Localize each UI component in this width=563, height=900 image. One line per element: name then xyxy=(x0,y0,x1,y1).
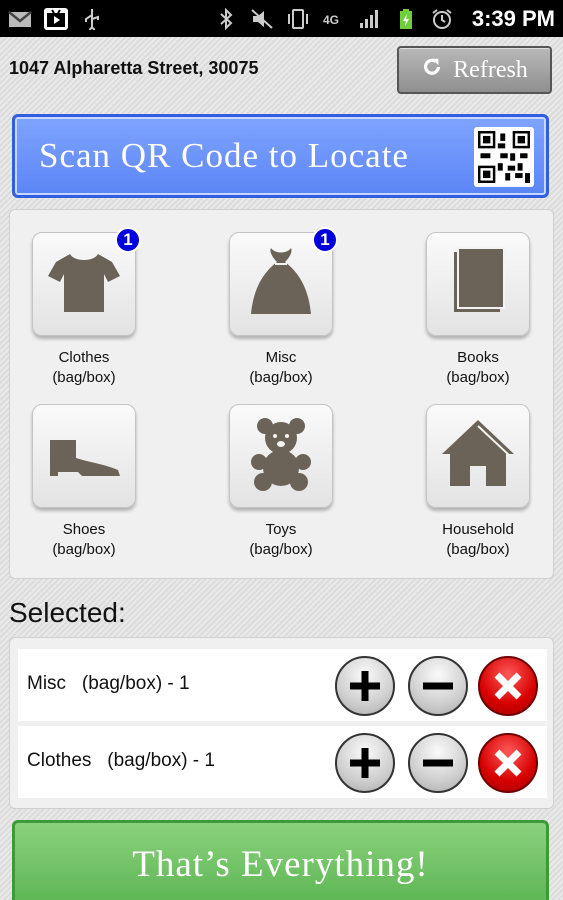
gmail-icon xyxy=(8,8,32,30)
minus-icon xyxy=(423,682,453,690)
count-badge: 1 xyxy=(115,227,141,253)
plus-icon xyxy=(350,748,380,778)
plus-icon xyxy=(350,671,380,701)
decrement-button[interactable] xyxy=(408,656,468,716)
list-item: Clothes (bag/box) - 1 xyxy=(18,726,547,798)
teddy-bear-icon xyxy=(241,414,321,499)
category-household[interactable]: Household (bag/box) xyxy=(408,404,548,560)
refresh-icon xyxy=(421,56,443,85)
category-name: Clothes xyxy=(58,349,110,366)
thats-everything-button[interactable]: That’s Everything! xyxy=(12,820,549,900)
increment-button[interactable] xyxy=(335,656,395,716)
vibrate-icon xyxy=(286,8,310,30)
book-icon xyxy=(438,242,518,327)
category-unit: (bag/box) xyxy=(52,369,116,386)
category-unit: (bag/box) xyxy=(249,369,313,386)
category-unit: (bag/box) xyxy=(249,541,313,558)
category-tile[interactable] xyxy=(32,404,136,508)
battery-charging-icon xyxy=(394,8,418,30)
category-books[interactable]: Books (bag/box) xyxy=(408,232,548,388)
scan-qr-button[interactable]: Scan QR Code to Locate xyxy=(12,114,549,198)
category-name: Toys xyxy=(265,521,297,538)
selected-item-label: Misc (bag/box) - 1 xyxy=(27,673,190,694)
category-name: Household xyxy=(442,521,514,538)
category-tile[interactable] xyxy=(426,232,530,336)
thats-everything-label: That’s Everything! xyxy=(132,844,429,885)
category-tile[interactable]: 1 xyxy=(229,227,338,336)
svg-text:4G: 4G xyxy=(323,13,339,27)
sack-icon xyxy=(241,242,321,327)
increment-button[interactable] xyxy=(335,733,395,793)
selected-item-label: Clothes (bag/box) - 1 xyxy=(27,750,215,771)
decrement-button[interactable] xyxy=(408,733,468,793)
minus-icon xyxy=(423,759,453,767)
category-unit: (bag/box) xyxy=(446,369,510,386)
count-badge: 1 xyxy=(312,227,338,253)
category-unit: (bag/box) xyxy=(446,541,510,558)
bluetooth-icon xyxy=(214,7,238,30)
category-clothes[interactable]: 1 Clothes (bag/box) xyxy=(14,227,154,388)
location-address: 1047 Alpharetta Street, 30075 xyxy=(9,58,259,78)
remove-button[interactable] xyxy=(478,656,538,716)
list-item: Misc (bag/box) - 1 xyxy=(18,649,547,721)
scan-qr-label: Scan QR Code to Locate xyxy=(39,136,409,175)
category-toys[interactable]: Toys (bag/box) xyxy=(211,404,351,560)
category-tile[interactable]: 1 xyxy=(32,227,141,336)
refresh-label: Refresh xyxy=(453,56,528,83)
qr-code-icon xyxy=(474,127,534,187)
category-misc[interactable]: 1 Misc (bag/box) xyxy=(211,227,351,388)
category-name: Misc xyxy=(265,349,297,366)
usb-icon xyxy=(80,8,104,30)
play-store-icon xyxy=(44,7,68,30)
house-icon xyxy=(438,414,518,499)
category-tile[interactable] xyxy=(229,404,333,508)
close-icon xyxy=(494,749,522,777)
status-time: 3:39 PM xyxy=(471,5,555,31)
selected-heading: Selected: xyxy=(9,597,126,628)
selected-list: Misc (bag/box) - 1 Clothes (bag/box) - 1 xyxy=(9,637,554,809)
status-bar: 4G 3:39 PM xyxy=(0,0,563,37)
shoe-icon xyxy=(44,414,124,499)
category-name: Books xyxy=(457,349,499,366)
signal-icon xyxy=(358,8,382,30)
mute-icon xyxy=(250,8,274,30)
network-4g-icon: 4G xyxy=(322,8,346,30)
close-icon xyxy=(494,672,522,700)
alarm-icon xyxy=(430,8,454,30)
category-panel: 1 Clothes (bag/box) 1 Misc (bag/box) Boo… xyxy=(9,209,554,579)
refresh-button[interactable]: Refresh xyxy=(397,46,552,94)
category-name: Shoes xyxy=(62,521,106,538)
category-tile[interactable] xyxy=(426,404,530,508)
category-shoes[interactable]: Shoes (bag/box) xyxy=(14,404,154,560)
remove-button[interactable] xyxy=(478,733,538,793)
shirt-icon xyxy=(44,242,124,327)
category-unit: (bag/box) xyxy=(52,541,116,558)
